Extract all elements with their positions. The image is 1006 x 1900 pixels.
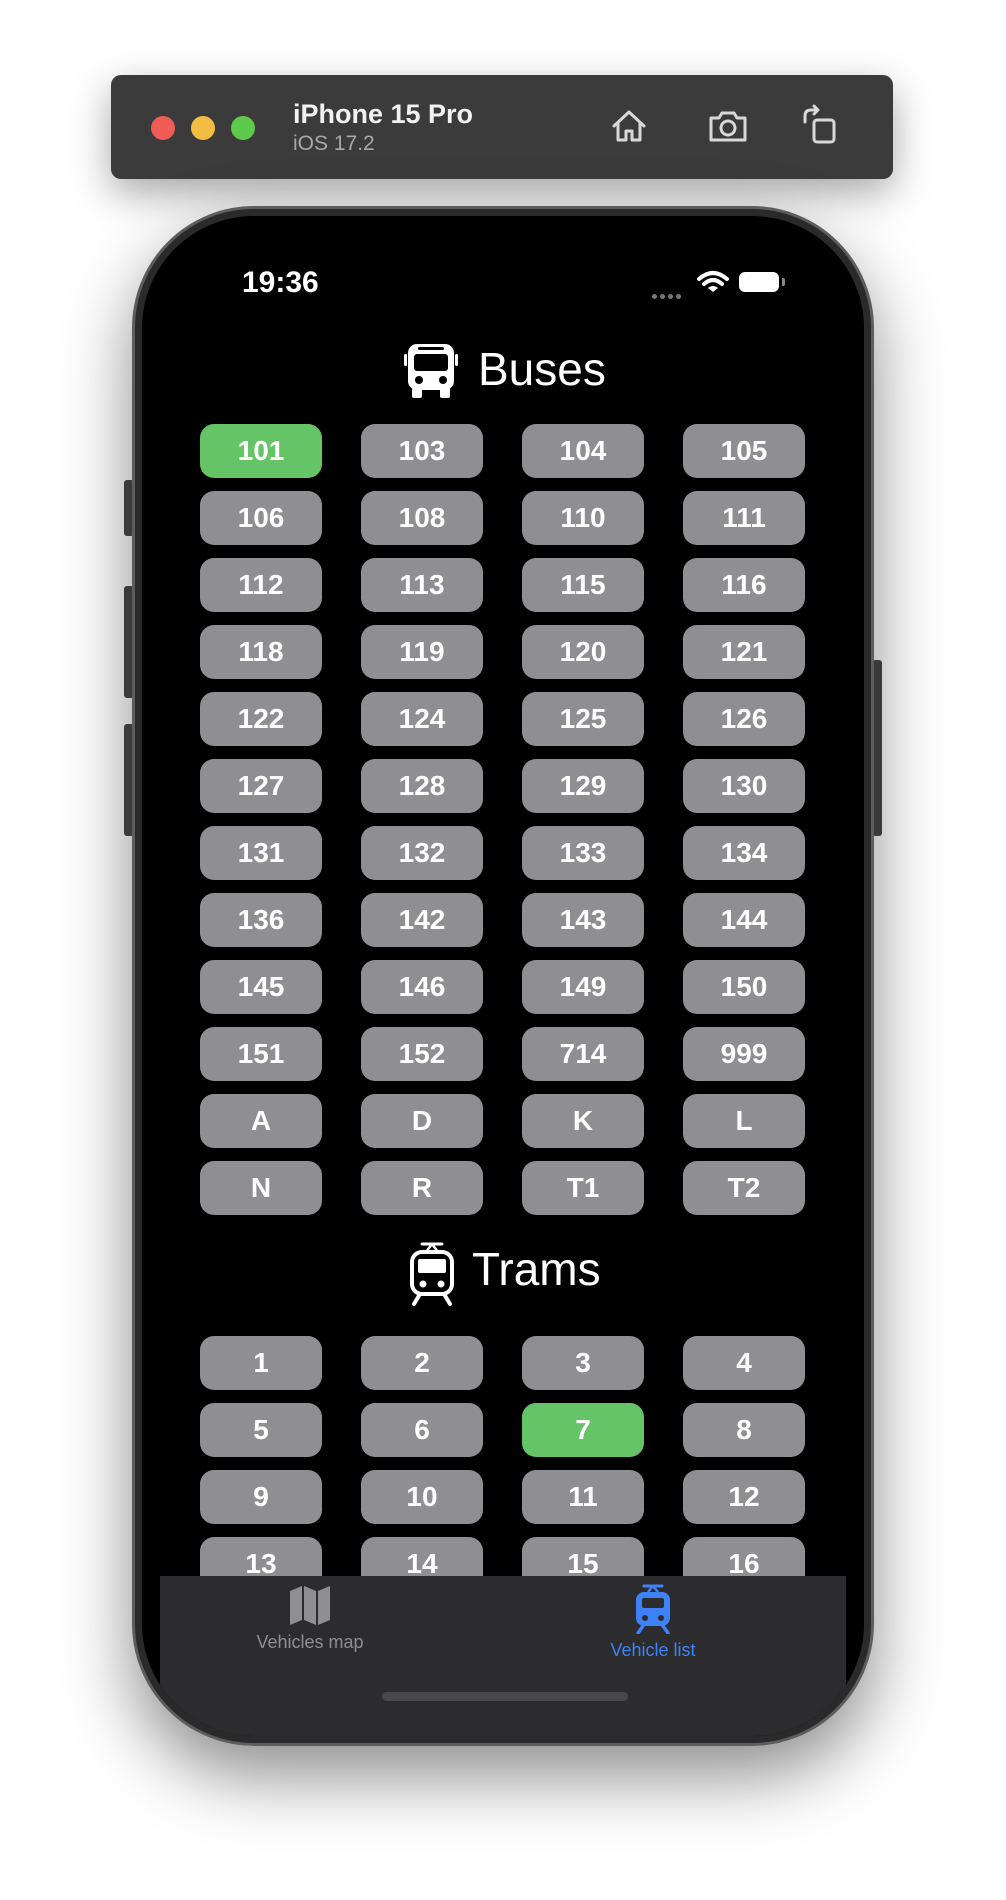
rotate-button[interactable] [797, 104, 843, 148]
trams-route-button[interactable]: 6 [361, 1403, 483, 1457]
tab-label: Vehicle list [610, 1640, 696, 1660]
battery-icon [739, 272, 779, 292]
minimize-window-button[interactable] [191, 116, 215, 140]
trams-route-button[interactable]: 3 [522, 1336, 644, 1390]
screenshot-camera-icon [709, 111, 747, 142]
trams-route-button[interactable]: 2 [361, 1336, 483, 1390]
battery-nub [782, 278, 785, 286]
zoom-window-button[interactable] [231, 116, 255, 140]
buses-route-button[interactable]: 146 [361, 960, 483, 1014]
trams-route-button[interactable]: 4 [683, 1336, 805, 1390]
buses-route-button[interactable]: D [361, 1094, 483, 1148]
trams-route-button[interactable]: 8 [683, 1403, 805, 1457]
tab-bar: Vehicles map Vehicle list [160, 1576, 846, 1736]
buses-route-button[interactable]: T1 [522, 1161, 644, 1215]
home-indicator [382, 1692, 628, 1701]
screenshot-button[interactable] [705, 104, 751, 148]
buses-route-button[interactable]: 119 [361, 625, 483, 679]
buses-route-button[interactable]: 714 [522, 1027, 644, 1081]
home-button[interactable] [606, 104, 652, 148]
buses-route-button[interactable]: 122 [200, 692, 322, 746]
buses-route-button[interactable]: 118 [200, 625, 322, 679]
buses-route-button[interactable]: N [200, 1161, 322, 1215]
wifi-icon [697, 271, 729, 292]
buses-route-button[interactable]: 124 [361, 692, 483, 746]
buses-route-button[interactable]: K [522, 1094, 644, 1148]
buses-route-button[interactable]: 145 [200, 960, 322, 1014]
trams-header: Trams [142, 1236, 864, 1306]
buses-route-button[interactable]: A [200, 1094, 322, 1148]
buses-route-button[interactable]: 149 [522, 960, 644, 1014]
buses-route-button[interactable]: 133 [522, 826, 644, 880]
buses-route-button[interactable]: T2 [683, 1161, 805, 1215]
buses-route-button[interactable]: L [683, 1094, 805, 1148]
buses-route-button[interactable]: 125 [522, 692, 644, 746]
buses-route-button[interactable]: 116 [683, 558, 805, 612]
device-os-version: iOS 17.2 [293, 132, 375, 155]
close-window-button[interactable] [151, 116, 175, 140]
buses-route-button[interactable]: 127 [200, 759, 322, 813]
buses-route-button[interactable]: 106 [200, 491, 322, 545]
buses-route-button[interactable]: 142 [361, 893, 483, 947]
buses-route-button[interactable]: 103 [361, 424, 483, 478]
buses-route-button[interactable]: 151 [200, 1027, 322, 1081]
tram-icon [636, 1584, 670, 1634]
buses-title: Buses [478, 343, 606, 395]
buses-route-button[interactable]: 128 [361, 759, 483, 813]
trams-route-button[interactable]: 12 [683, 1470, 805, 1524]
buses-route-button[interactable]: 120 [522, 625, 644, 679]
buses-route-button[interactable]: 129 [522, 759, 644, 813]
buses-route-button[interactable]: 134 [683, 826, 805, 880]
trams-route-button[interactable]: 5 [200, 1403, 322, 1457]
buses-route-button[interactable]: 152 [361, 1027, 483, 1081]
buses-route-button[interactable]: 126 [683, 692, 805, 746]
buses-route-button[interactable]: 143 [522, 893, 644, 947]
bus-icon [404, 344, 458, 398]
cellular-signal-icon [652, 286, 684, 304]
buses-route-button[interactable]: 113 [361, 558, 483, 612]
buses-route-button[interactable]: 131 [200, 826, 322, 880]
buses-route-button[interactable]: 111 [683, 491, 805, 545]
buses-route-button[interactable]: 104 [522, 424, 644, 478]
rotate-icon [803, 104, 836, 144]
simulator-toolbar [111, 75, 893, 179]
tab-vehicle-list[interactable]: Vehicle list [553, 1584, 753, 1674]
buses-route-button[interactable]: 110 [522, 491, 644, 545]
buses-route-button[interactable]: 115 [522, 558, 644, 612]
buses-route-button[interactable]: 121 [683, 625, 805, 679]
trams-title: Trams [472, 1243, 601, 1295]
buses-route-button[interactable]: 136 [200, 893, 322, 947]
buses-route-button[interactable]: 112 [200, 558, 322, 612]
home-icon [612, 110, 646, 142]
tab-vehicles-map[interactable]: Vehicles map [210, 1584, 410, 1674]
buses-route-button[interactable]: 105 [683, 424, 805, 478]
buses-header: Buses [142, 336, 864, 400]
buses-route-button[interactable]: 101 [200, 424, 322, 478]
trams-route-button[interactable]: 9 [200, 1470, 322, 1524]
trams-route-button[interactable]: 7 [522, 1403, 644, 1457]
tab-label: Vehicles map [256, 1632, 364, 1652]
trams-route-button[interactable]: 11 [522, 1470, 644, 1524]
buses-route-button[interactable]: 108 [361, 491, 483, 545]
trams-route-button[interactable]: 10 [361, 1470, 483, 1524]
buses-route-button[interactable]: 150 [683, 960, 805, 1014]
tram-icon [410, 1242, 454, 1306]
trams-route-button[interactable]: 1 [200, 1336, 322, 1390]
buses-route-button[interactable]: 144 [683, 893, 805, 947]
buses-route-button[interactable]: 999 [683, 1027, 805, 1081]
device-name: iPhone 15 Pro [293, 99, 474, 129]
map-icon [290, 1586, 330, 1625]
buses-route-button[interactable]: 130 [683, 759, 805, 813]
status-time: 19:36 [242, 266, 319, 299]
buses-route-button[interactable]: R [361, 1161, 483, 1215]
phone-screen: 19:36 Buses 101 103 104 105 106 108 110 111 112 1… [142, 216, 864, 1736]
buses-route-button[interactable]: 132 [361, 826, 483, 880]
